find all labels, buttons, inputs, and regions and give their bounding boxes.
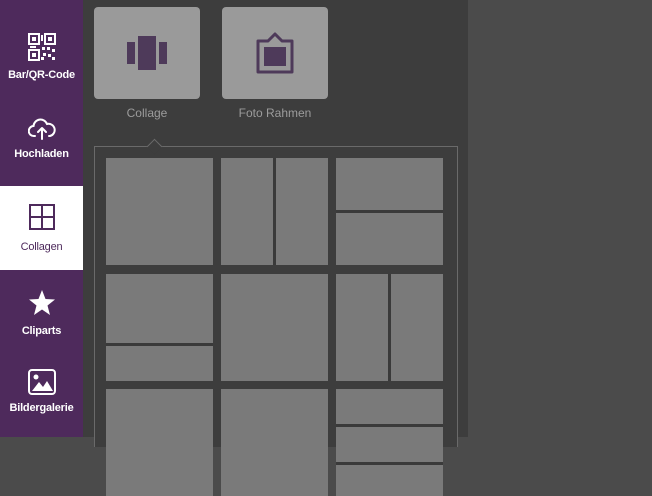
star-icon (28, 290, 55, 315)
sidebar-item-collagen[interactable]: Collagen (0, 186, 83, 270)
layout-row3-a[interactable] (106, 389, 213, 496)
layout-row3-b[interactable] (221, 389, 328, 496)
sidebar-item-barcode[interactable]: Bar/QR-Code (0, 33, 83, 81)
design-canvas-area[interactable] (468, 0, 652, 437)
sidebar-item-label: Collagen (20, 241, 63, 253)
photo-frame-type-label: Foto Rahmen (238, 106, 312, 120)
sidebar-item-cliparts[interactable]: Cliparts (0, 289, 83, 337)
pointer-notch (146, 138, 163, 155)
collage-strip-icon (127, 36, 167, 70)
layout-row3-c[interactable] (336, 389, 443, 496)
sidebar-item-label: Bildergalerie (9, 402, 74, 414)
layout-single[interactable] (106, 158, 213, 265)
photo-frame-icon (256, 32, 294, 74)
collage-panel: Collage Foto Rahmen (83, 0, 468, 496)
image-gallery-icon (27, 369, 56, 395)
sidebar-item-label: Bar/QR-Code (8, 69, 75, 81)
layout-large-top-small-bottom[interactable] (106, 274, 213, 381)
sidebar-item-label: Cliparts (21, 325, 62, 337)
cloud-upload-icon (27, 118, 56, 140)
collage-layout-grid (94, 138, 458, 496)
collage-type-label: Collage (126, 106, 168, 120)
layout-two-columns[interactable] (221, 158, 328, 265)
photo-frame-type-button[interactable] (222, 7, 328, 99)
sidebar: Bar/QR-Code Hochladen Collagen Cliparts … (0, 0, 83, 437)
layout-two-rows[interactable] (336, 158, 443, 265)
layout-narrow-wide-columns[interactable] (336, 274, 443, 381)
sidebar-item-label: Hochladen (14, 148, 69, 160)
sidebar-item-bildergalerie[interactable]: Bildergalerie (0, 369, 83, 414)
layout-single-alt[interactable] (221, 274, 328, 381)
collage-type-button[interactable] (94, 7, 200, 99)
collage-grid-icon (28, 204, 55, 230)
qr-code-icon (27, 33, 56, 61)
sidebar-item-upload[interactable]: Hochladen (0, 118, 83, 160)
